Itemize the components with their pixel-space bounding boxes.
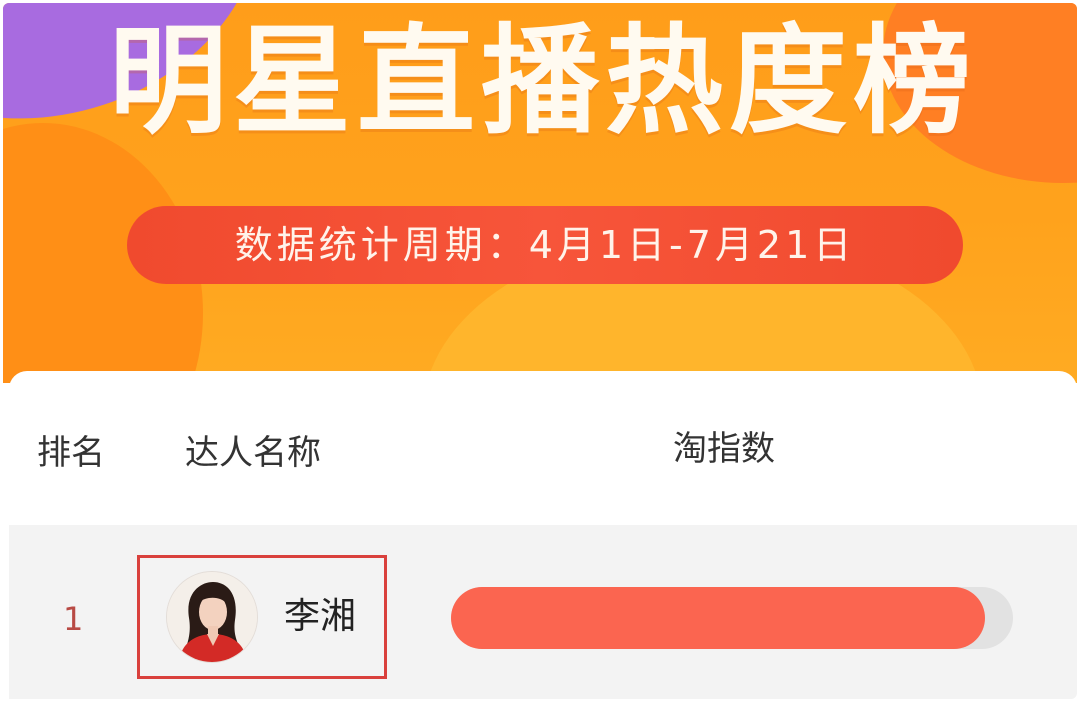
header-tao-index: 淘指数 [673,429,775,469]
screenshot-frame: 明星直播热度榜 数据统计周期：4月1日-7月21日 排名 达人名称 淘指数 1 [3,3,1077,699]
rank-number: 1 [63,600,84,638]
name-highlight-box[interactable]: 李湘 [137,555,387,679]
ranking-table: 排名 达人名称 淘指数 1 李湘 [9,371,1077,699]
header-rank: 排名 [37,433,105,473]
avatar[interactable] [166,571,258,663]
ranking-banner: 明星直播热度榜 数据统计周期：4月1日-7月21日 [3,3,1077,383]
stat-period-badge: 数据统计周期：4月1日-7月21日 [127,206,963,284]
tao-index-bar-fill [451,587,985,649]
table-row[interactable]: 1 李湘 [9,525,1077,699]
header-name: 达人名称 [185,433,321,473]
streamer-name: 李湘 [284,596,357,637]
person-portrait-icon [167,572,257,662]
tao-index-bar [451,587,1013,649]
page-title: 明星直播热度榜 [108,12,977,150]
